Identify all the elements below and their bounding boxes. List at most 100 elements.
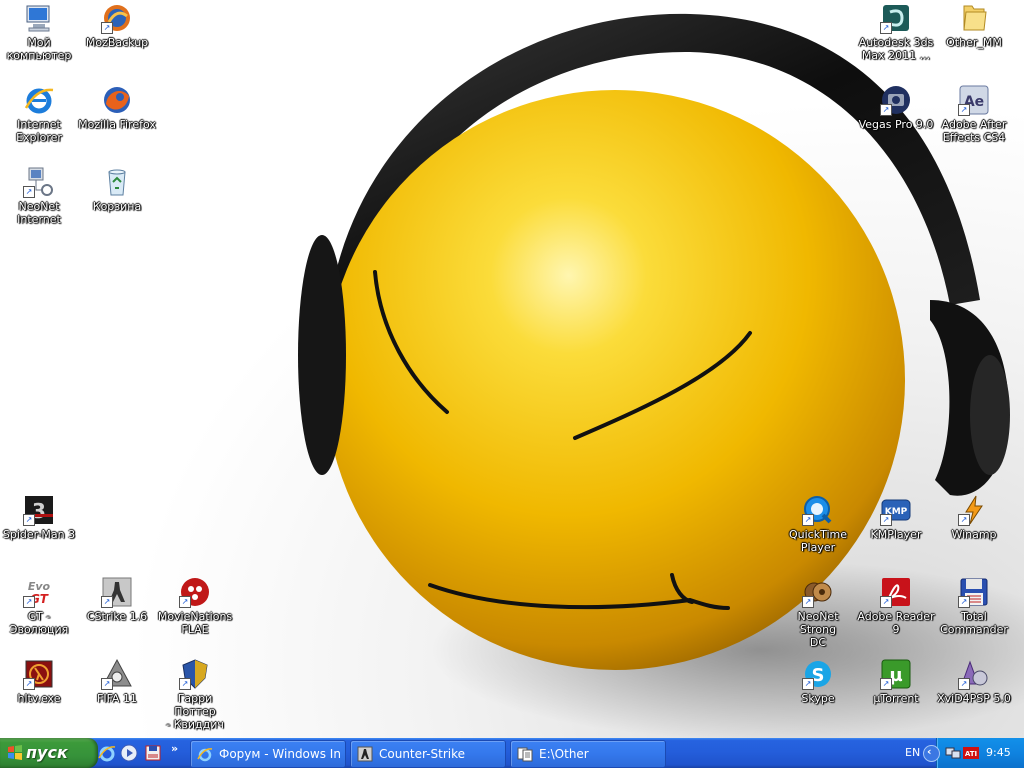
vegas-pro-icon: ↗ — [880, 84, 912, 116]
internet-explorer-icon — [197, 746, 213, 762]
autodesk-3ds-max-icon-shortcut[interactable]: ↗ Autodesk 3ds Max 2011 ... — [857, 2, 935, 62]
ati-tray-icon[interactable]: ATI — [963, 745, 979, 761]
shortcut-arrow-icon: ↗ — [958, 104, 970, 116]
task-button-explorer-other[interactable]: E:\Other — [510, 740, 666, 768]
task-button-forum[interactable]: Форум - Windows Int... — [190, 740, 346, 768]
icon-label: Winamp — [951, 528, 997, 541]
after-effects-icon: Ae ↗ — [958, 84, 990, 116]
xvid4psp-icon: ↗ — [958, 658, 990, 690]
show-hidden-icons-button[interactable]: ‹ — [923, 745, 940, 762]
task-label: E:\Other — [539, 747, 589, 761]
desktop[interactable]: Мой компьютер ↗ MozBackup Internet Explo… — [0, 0, 1024, 738]
shortcut-arrow-icon: ↗ — [179, 596, 191, 608]
icon-label: Other_MM — [946, 36, 1002, 49]
kmplayer-icon-shortcut[interactable]: KMP ↗ KMPlayer — [857, 494, 935, 541]
shortcut-arrow-icon: ↗ — [23, 596, 35, 608]
skype-icon-shortcut[interactable]: S ↗ Skype — [779, 658, 857, 705]
counter-strike-icon — [357, 746, 373, 762]
neonet-strong-dc-icon-shortcut[interactable]: ↗ NeoNet Strong DC — [779, 576, 857, 649]
spiderman-3-icon-shortcut[interactable]: 3 ↗ Spider-Man 3 — [0, 494, 78, 541]
cstrike-icon-shortcut[interactable]: ↗ CStrike 1.6 — [78, 576, 156, 623]
skype-icon: S ↗ — [802, 658, 834, 690]
harry-potter-shield-icon: ↗ — [179, 658, 211, 690]
adobe-reader-icon-shortcut[interactable]: ↗ Adobe Reader 9 — [857, 576, 935, 636]
shortcut-arrow-icon: ↗ — [802, 596, 814, 608]
xvid4psp-icon-shortcut[interactable]: ↗ XviD4PSP 5.0 — [935, 658, 1013, 705]
icon-label: CStrike 1.6 — [86, 610, 148, 623]
recycle-bin-icon-shortcut[interactable]: Корзина — [78, 166, 156, 213]
shortcut-arrow-icon: ↗ — [101, 678, 113, 690]
shortcut-arrow-icon: ↗ — [101, 596, 113, 608]
icon-label: Корзина — [92, 200, 142, 213]
language-indicator[interactable]: EN — [905, 746, 920, 759]
quicktime-icon: ↗ — [802, 494, 834, 526]
floppy-disk-icon: ↗ — [958, 576, 990, 608]
shortcut-arrow-icon: ↗ — [802, 514, 814, 526]
clock[interactable]: 9:45 — [986, 746, 1011, 759]
icon-label: MozBackup — [85, 36, 149, 49]
shortcut-arrow-icon: ↗ — [880, 514, 892, 526]
mozbackup-icon: ↗ — [101, 2, 133, 34]
network-tray-icon[interactable] — [945, 745, 961, 761]
shortcut-arrow-icon: ↗ — [802, 678, 814, 690]
utorrent-icon-shortcut[interactable]: µ ↗ µTorrent — [857, 658, 935, 705]
icon-label: NeoNet Internet — [17, 200, 61, 226]
internet-explorer-icon-shortcut[interactable]: Internet Explorer — [0, 84, 78, 144]
icon-label: KMPlayer — [870, 528, 922, 541]
my-computer-icon — [23, 2, 55, 34]
adobe-reader-icon: ↗ — [880, 576, 912, 608]
my-computer-icon-shortcut[interactable]: Мой компьютер — [0, 2, 78, 62]
shortcut-arrow-icon: ↗ — [23, 186, 35, 198]
total-commander-icon-shortcut[interactable]: ↗ Total Commander — [935, 576, 1013, 636]
icon-label: hltv.exe — [17, 692, 61, 705]
ql-media-player-icon[interactable] — [120, 744, 138, 762]
mozbackup-icon-shortcut[interactable]: ↗ MozBackup — [78, 2, 156, 49]
ql-internet-explorer-icon[interactable] — [98, 744, 116, 762]
ql-save-icon[interactable] — [144, 744, 162, 762]
task-button-counter-strike[interactable]: Counter-Strike — [350, 740, 506, 768]
gt-evo-icon: Evo GT ↗ — [23, 576, 55, 608]
task-label: Форум - Windows Int... — [219, 747, 341, 761]
shortcut-arrow-icon: ↗ — [958, 514, 970, 526]
recycle-bin-icon — [101, 166, 133, 198]
icon-label: XviD4PSP 5.0 — [937, 692, 1011, 705]
fifa-11-icon: ↗ — [101, 658, 133, 690]
gt-evolution-icon-shortcut[interactable]: Evo GT ↗ GT - Эволюция — [0, 576, 78, 636]
utorrent-icon: µ ↗ — [880, 658, 912, 690]
hltv-icon-shortcut[interactable]: ↗ hltv.exe — [0, 658, 78, 705]
icon-label: µTorrent — [873, 692, 919, 705]
shortcut-arrow-icon: ↗ — [179, 678, 191, 690]
icon-label: GT - Эволюция — [9, 610, 69, 636]
icon-label: Skype — [801, 692, 835, 705]
winamp-icon-shortcut[interactable]: ↗ Winamp — [935, 494, 1013, 541]
shortcut-arrow-icon: ↗ — [880, 596, 892, 608]
icon-label: Adobe Reader 9 — [857, 610, 935, 636]
internet-explorer-icon — [23, 84, 55, 116]
winamp-lightning-icon: ↗ — [958, 494, 990, 526]
start-button[interactable]: пуск — [0, 738, 98, 768]
icon-label: NeoNet Strong DC — [797, 610, 839, 649]
after-effects-icon-shortcut[interactable]: Ae ↗ Adobe After Effects CS4 — [935, 84, 1013, 144]
svg-text:ATI: ATI — [965, 750, 977, 758]
movienations-icon-shortcut[interactable]: ↗ MovieNations FLAE — [156, 576, 234, 636]
start-label: пуск — [26, 743, 68, 762]
icon-label: Мой компьютер — [6, 36, 72, 62]
shortcut-arrow-icon: ↗ — [880, 22, 892, 34]
icon-label: Spider-Man 3 — [2, 528, 76, 541]
icon-label: Гарри Поттер - Квиддич — [166, 692, 224, 731]
shortcut-arrow-icon: ↗ — [958, 596, 970, 608]
quicktime-player-icon-shortcut[interactable]: ↗ QuickTime Player — [779, 494, 857, 554]
fifa-11-icon-shortcut[interactable]: ↗ FIFA 11 — [78, 658, 156, 705]
quick-launch-more-chevron[interactable]: » — [171, 742, 178, 755]
movienations-icon: ↗ — [179, 576, 211, 608]
spiderman-3-icon: 3 ↗ — [23, 494, 55, 526]
other-mm-folder-shortcut[interactable]: Other_MM — [935, 2, 1013, 49]
icon-label: Mozilla Firefox — [78, 118, 156, 131]
task-label: Counter-Strike — [379, 747, 466, 761]
mozilla-firefox-icon-shortcut[interactable]: Mozilla Firefox — [78, 84, 156, 131]
neonet-internet-icon-shortcut[interactable]: ↗ NeoNet Internet — [0, 166, 78, 226]
shortcut-arrow-icon: ↗ — [958, 678, 970, 690]
vegas-pro-icon-shortcut[interactable]: ↗ Vegas Pro 9.0 — [857, 84, 935, 131]
harry-potter-quidditch-icon-shortcut[interactable]: ↗ Гарри Поттер - Квиддич — [156, 658, 234, 731]
3ds-max-icon: ↗ — [880, 2, 912, 34]
